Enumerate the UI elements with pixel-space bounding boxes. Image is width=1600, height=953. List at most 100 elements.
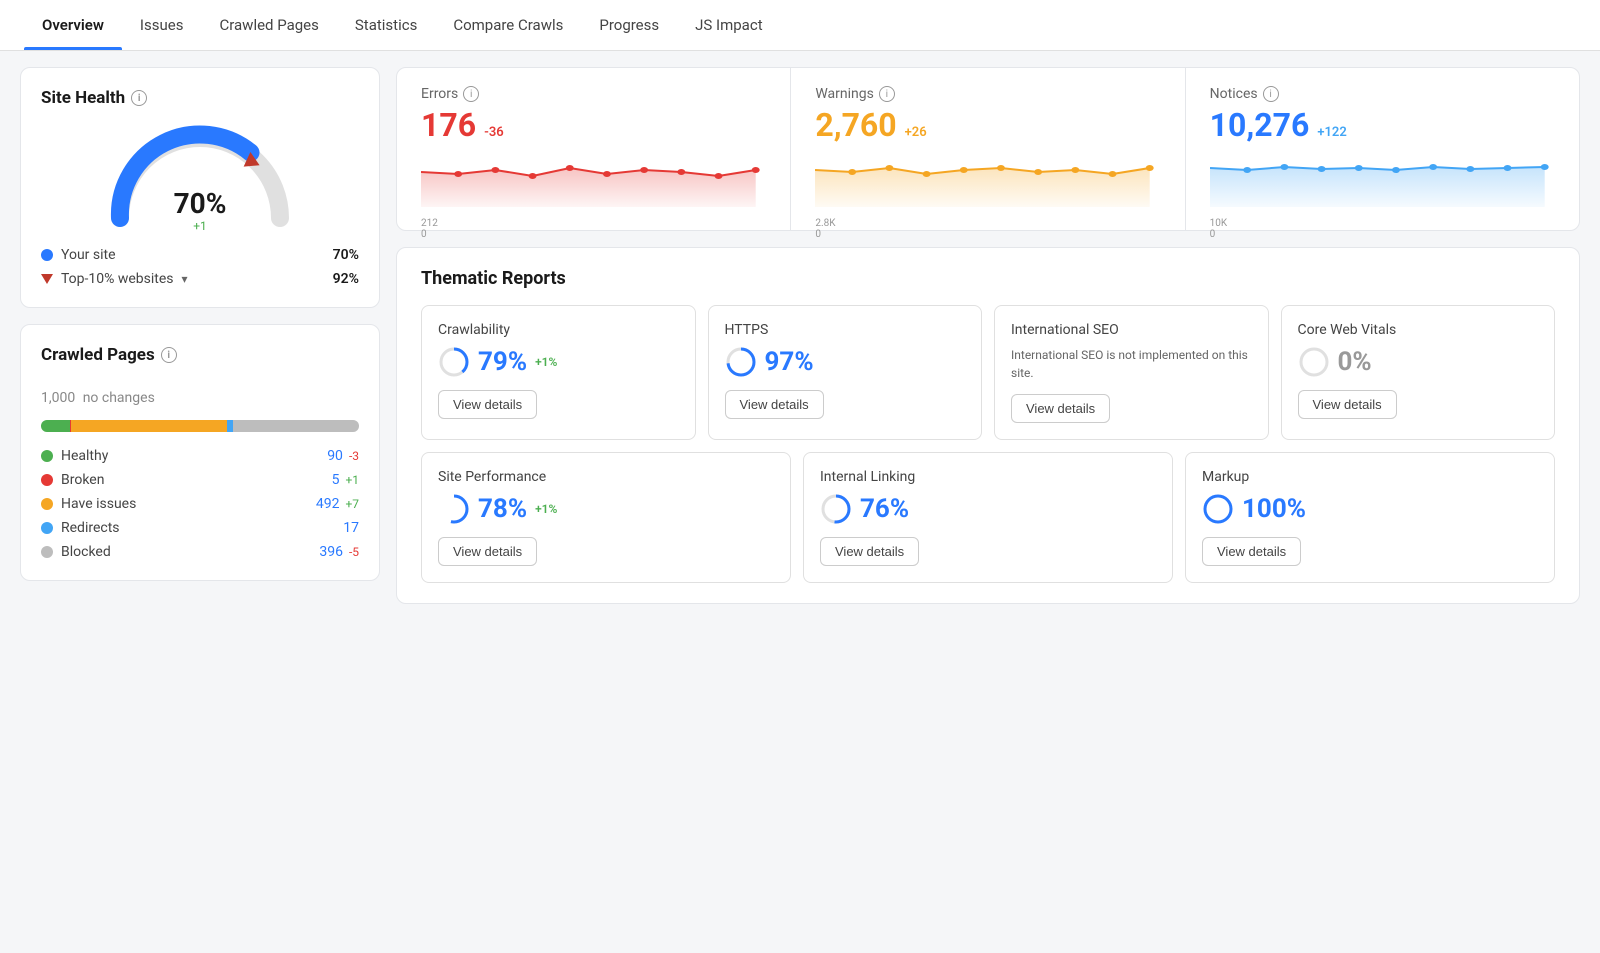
notices-info-icon[interactable]: i (1263, 86, 1279, 102)
crawlability-name: Crawlability (438, 322, 679, 338)
site-health-info-icon[interactable]: i (131, 90, 147, 106)
healthy-label: Healthy (61, 448, 108, 464)
https-score-row: 97% (725, 346, 966, 378)
crawled-number: 1,000 (41, 390, 75, 406)
site-health-label: Site Health (41, 88, 125, 108)
site-perf-view-details-button[interactable]: View details (438, 537, 537, 566)
top10-value: 92% (333, 271, 359, 287)
crawlability-view-details-button[interactable]: View details (438, 390, 537, 419)
bar-blocked (233, 420, 359, 432)
nav-compare-crawls[interactable]: Compare Crawls (435, 0, 581, 50)
errors-main: 176 -36 (421, 106, 766, 144)
errors-section: Errors i 176 -36 (397, 68, 791, 230)
errors-label-text: Errors (421, 86, 458, 102)
markup-view-details-button[interactable]: View details (1202, 537, 1301, 566)
crawled-pages-info-icon[interactable]: i (161, 347, 177, 363)
crawled-status: no changes (83, 390, 155, 406)
nav-js-impact[interactable]: JS Impact (677, 0, 780, 50)
crawled-broken-row: Broken 5 +1 (41, 472, 359, 488)
crawled-count: 1,000 no changes (41, 375, 359, 410)
https-name: HTTPS (725, 322, 966, 338)
blocked-value: 396 (319, 544, 343, 560)
top-navigation: Overview Issues Crawled Pages Statistics… (0, 0, 1600, 51)
notices-delta: +122 (1317, 125, 1346, 140)
errors-value: 176 (421, 106, 476, 144)
bar-healthy (41, 420, 70, 432)
cwv-view-details-button[interactable]: View details (1298, 390, 1397, 419)
notices-main: 10,276 +122 (1210, 106, 1555, 144)
report-core-web-vitals: Core Web Vitals 0% View details (1281, 305, 1556, 440)
thematic-title: Thematic Reports (421, 268, 1555, 289)
your-site-row: Your site 70% (41, 247, 359, 263)
your-site-dot (41, 249, 53, 261)
healthy-delta: -3 (349, 449, 359, 463)
https-view-details-button[interactable]: View details (725, 390, 824, 419)
redirects-label: Redirects (61, 520, 120, 536)
healthy-dot (41, 450, 53, 462)
notices-value: 10,276 (1210, 106, 1310, 144)
warnings-main: 2,760 +26 (815, 106, 1160, 144)
errors-delta: -36 (484, 125, 504, 140)
errors-bottom-label: 0 (421, 229, 427, 240)
errors-top-label: 212 (421, 218, 438, 229)
intl-seo-desc: International SEO is not implemented on … (1011, 346, 1252, 382)
internal-linking-circle-icon (820, 493, 852, 525)
warnings-sparkline: 2.8K 0 (815, 152, 1160, 212)
https-circle-icon (725, 346, 757, 378)
markup-score-row: 100% (1202, 493, 1538, 525)
crawled-legend: Healthy 90 -3 Broken 5 +1 (41, 448, 359, 560)
report-markup: Markup 100% View details (1185, 452, 1555, 583)
metrics-card: Errors i 176 -36 (396, 67, 1580, 231)
site-health-legend: Your site 70% Top-10% websites ▾ 92% (41, 247, 359, 287)
crawled-pages-label: Crawled Pages (41, 345, 155, 365)
bar-issues (71, 420, 227, 432)
thematic-top-grid: Crawlability 79% +1% View details HTTPS (421, 305, 1555, 440)
issues-dot (41, 498, 53, 510)
your-site-label: Your site (61, 247, 116, 263)
report-internal-linking: Internal Linking 76% View details (803, 452, 1173, 583)
crawled-redirects-row: Redirects 17 (41, 520, 359, 536)
crawled-issues-row: Have issues 492 +7 (41, 496, 359, 512)
warnings-label-text: Warnings (815, 86, 874, 102)
top10-row: Top-10% websites ▾ 92% (41, 271, 359, 287)
nav-progress[interactable]: Progress (581, 0, 677, 50)
internal-linking-view-details-button[interactable]: View details (820, 537, 919, 566)
crawlability-score: 79% (478, 347, 527, 377)
notices-label-text: Notices (1210, 86, 1258, 102)
crawled-healthy-row: Healthy 90 -3 (41, 448, 359, 464)
intl-seo-view-details-button[interactable]: View details (1011, 394, 1110, 423)
nav-overview[interactable]: Overview (24, 0, 122, 50)
internal-linking-name: Internal Linking (820, 469, 1156, 485)
nav-crawled-pages[interactable]: Crawled Pages (201, 0, 336, 50)
notices-section: Notices i 10,276 +122 (1186, 68, 1579, 230)
cwv-name: Core Web Vitals (1298, 322, 1539, 338)
cwv-score: 0% (1338, 347, 1372, 377)
main-content: Site Health i 70% +1 (0, 51, 1600, 620)
report-international-seo: International SEO International SEO is n… (994, 305, 1269, 440)
nav-issues[interactable]: Issues (122, 0, 202, 50)
warnings-info-icon[interactable]: i (879, 86, 895, 102)
nav-statistics[interactable]: Statistics (337, 0, 435, 50)
broken-label: Broken (61, 472, 104, 488)
issues-label: Have issues (61, 496, 136, 512)
site-perf-score-row: 78% +1% (438, 493, 774, 525)
crawled-progress-bar (41, 420, 359, 432)
gauge-svg: 70% +1 (100, 118, 300, 233)
issues-delta: +7 (345, 497, 359, 511)
blocked-delta: -5 (349, 545, 359, 559)
warnings-value: 2,760 (815, 106, 896, 144)
top10-dropdown-icon[interactable]: ▾ (182, 272, 188, 286)
errors-info-icon[interactable]: i (463, 86, 479, 102)
warnings-label: Warnings i (815, 86, 1160, 102)
issues-value: 492 (316, 496, 340, 512)
warnings-bottom-label: 0 (815, 229, 821, 240)
site-health-title: Site Health i (41, 88, 359, 108)
crawled-blocked-row: Blocked 396 -5 (41, 544, 359, 560)
intl-seo-name: International SEO (1011, 322, 1252, 338)
report-site-performance: Site Performance 78% +1% View details (421, 452, 791, 583)
redirects-value: 17 (343, 520, 359, 536)
site-perf-circle-icon (438, 493, 470, 525)
warnings-delta: +26 (905, 125, 927, 140)
broken-value: 5 (332, 472, 340, 488)
redirects-dot (41, 522, 53, 534)
